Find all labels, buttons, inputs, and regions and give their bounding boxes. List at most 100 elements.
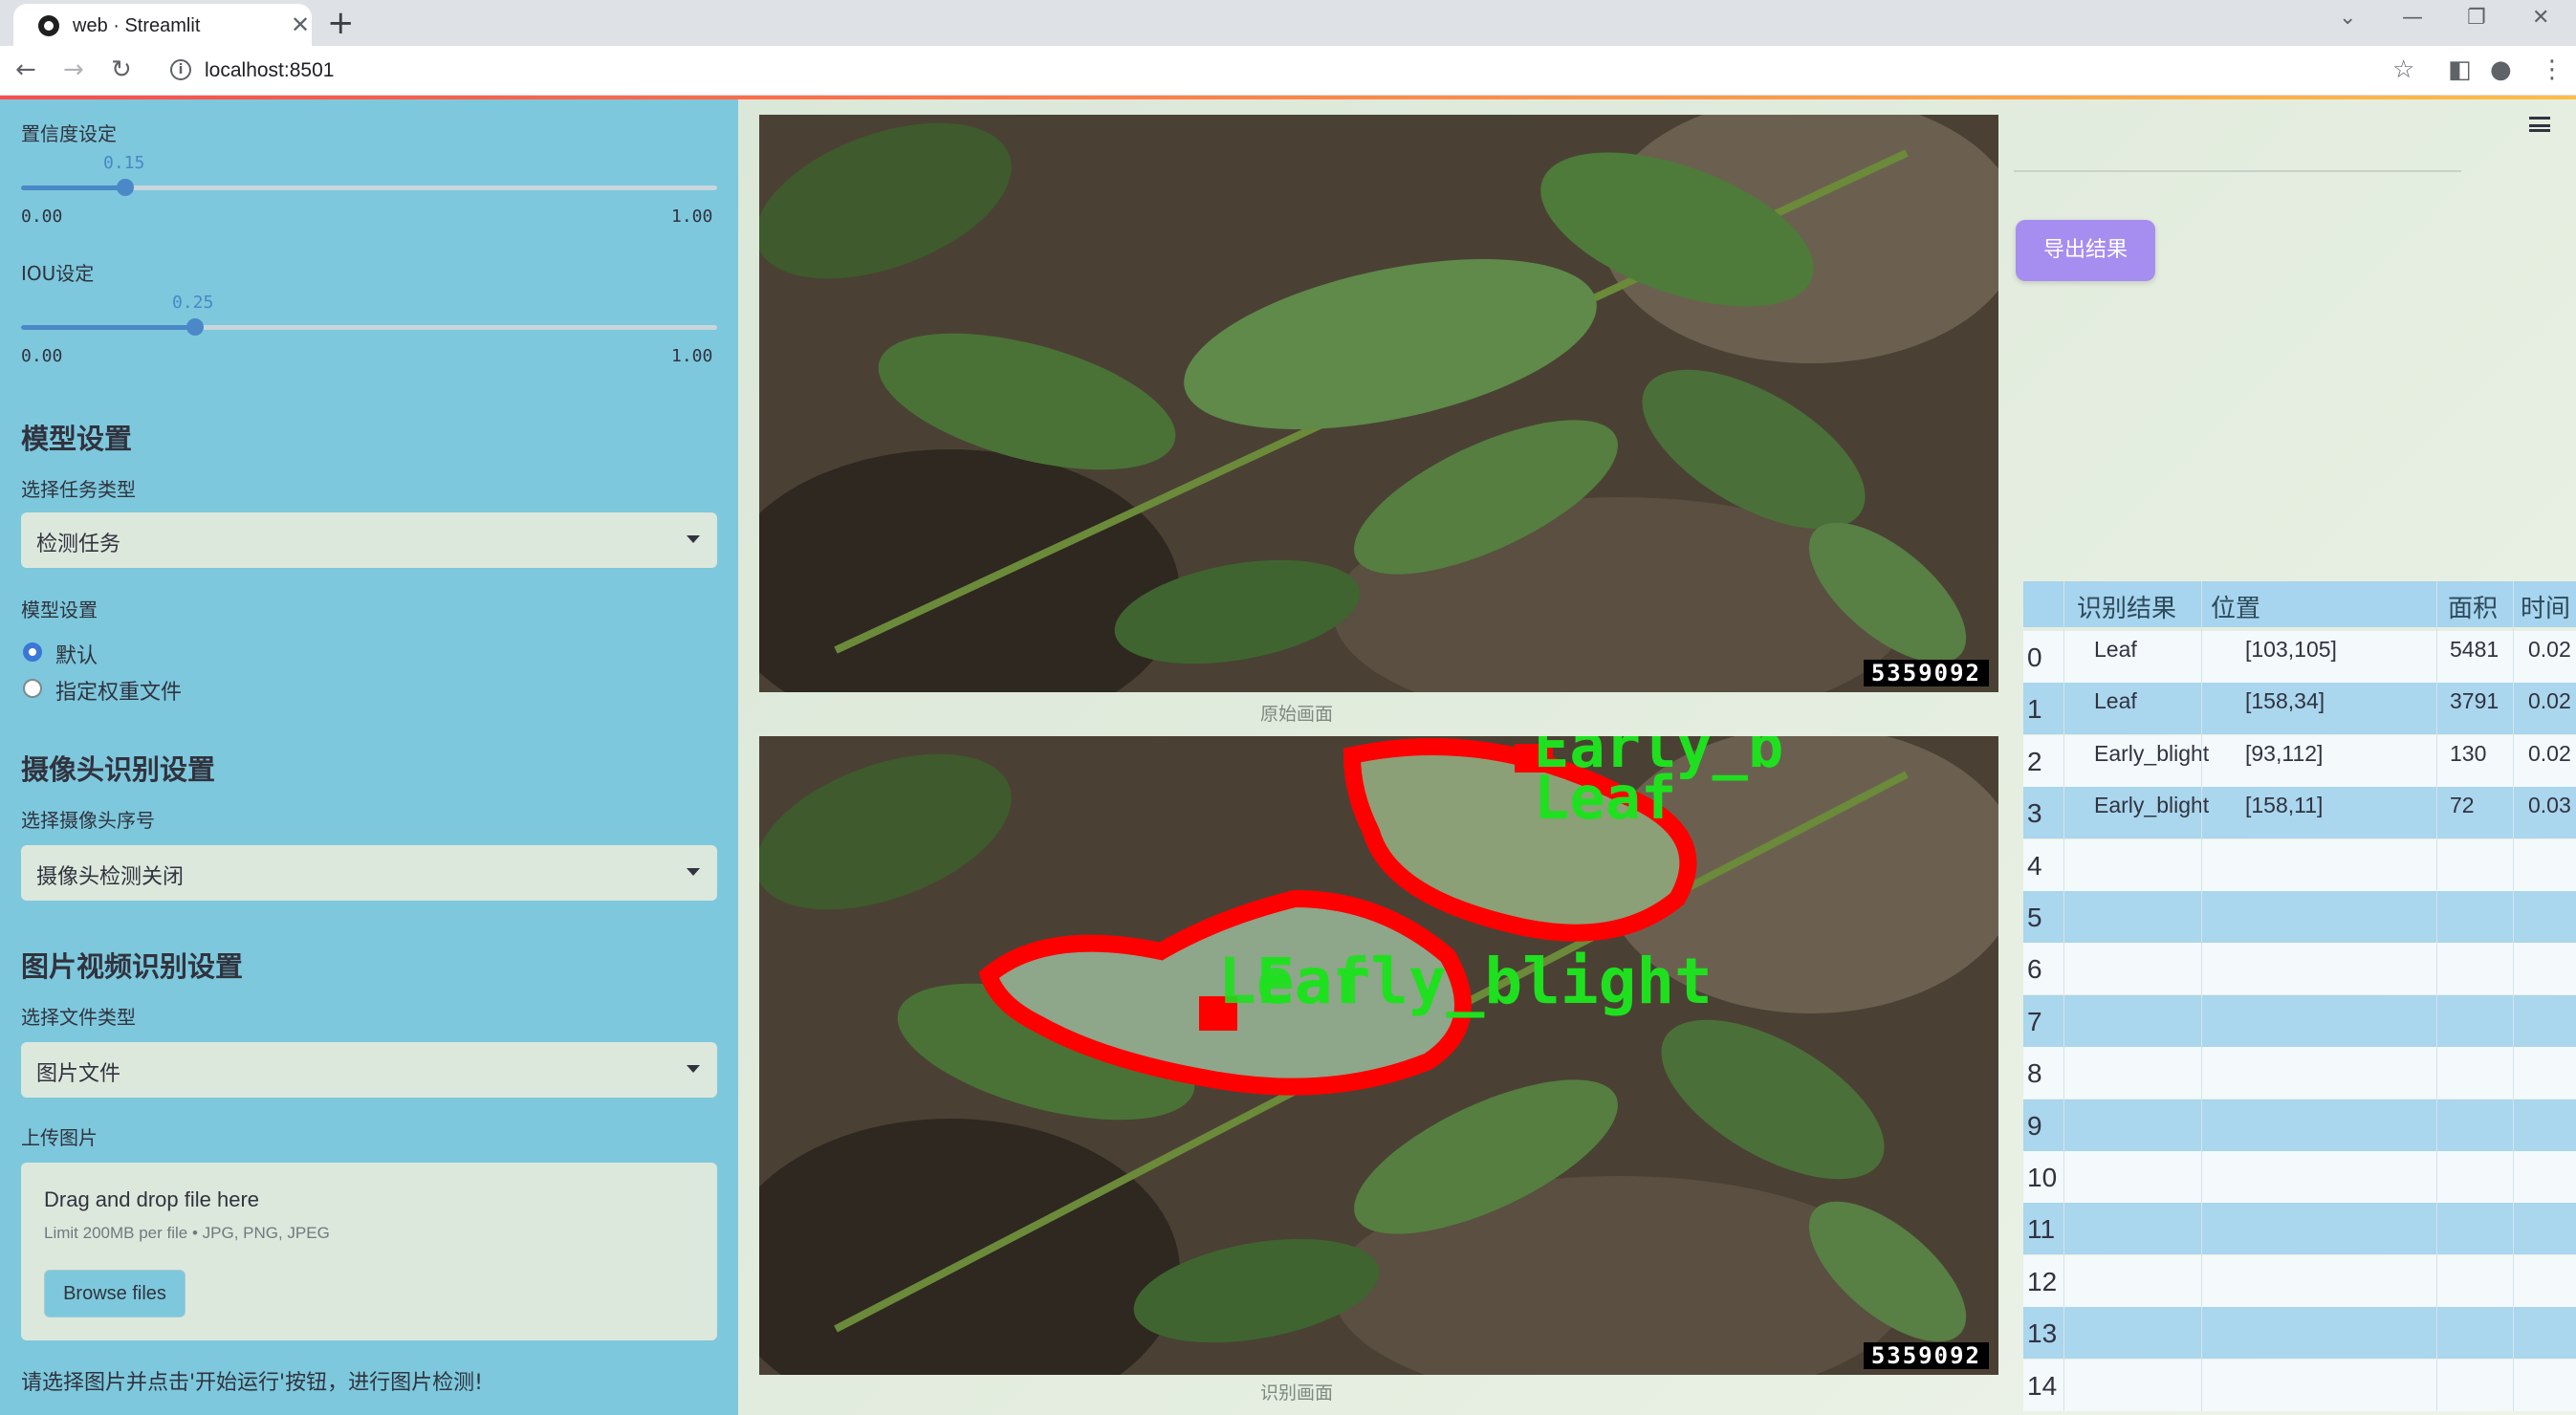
browse-files-button[interactable]: Browse files [44, 1270, 186, 1317]
original-image: 5359092 [759, 115, 1998, 692]
export-results-button[interactable]: 导出结果 [2016, 220, 2155, 281]
task-type-label: 选择任务类型 [21, 478, 136, 501]
chevron-down-icon [687, 868, 700, 876]
cell-result: Early_blight [2094, 740, 2210, 766]
file-type-label: 选择文件类型 [21, 1006, 136, 1029]
bookmark-star-icon[interactable]: ☆ [2392, 55, 2414, 84]
new-tab-icon[interactable]: + [327, 4, 355, 42]
restore-icon[interactable]: ❐ [2467, 6, 2486, 30]
streamlit-favicon-icon [38, 15, 59, 36]
table-row[interactable]: 7 [2023, 994, 2576, 1047]
row-index: 11 [2027, 1214, 2056, 1245]
detection-label: Leaf [1534, 763, 1677, 833]
row-index: 5 [2027, 903, 2042, 932]
instruction-text: 请选择图片并点击'开始运行'按钮，进行图片检测! [21, 1371, 483, 1395]
file-type-value: 图片文件 [36, 1062, 121, 1086]
upload-limit: Limit 200MB per file • JPG, PNG, JPEG [44, 1224, 330, 1242]
camera-select[interactable]: 摄像头检测关闭 [21, 845, 717, 901]
detection-label: Early_blight [1256, 945, 1713, 1018]
model-weights-label[interactable]: 指定权重文件 [55, 675, 182, 706]
task-type-value: 检测任务 [36, 533, 121, 556]
upload-title: Drag and drop file here [44, 1187, 260, 1211]
iou-slider[interactable] [21, 318, 717, 336]
cell-time: 0.03 [2528, 793, 2571, 818]
chevron-down-icon [687, 1065, 700, 1073]
cell-result: Leaf [2094, 637, 2137, 662]
cell-position: [158,34] [2245, 688, 2325, 714]
row-index: 9 [2027, 1110, 2042, 1141]
camera-settings-heading: 摄像头识别设置 [21, 753, 216, 786]
more-menu-icon[interactable]: ⋮ [2540, 55, 2565, 84]
cell-area: 5481 [2450, 637, 2500, 662]
cell-area: 72 [2450, 793, 2475, 818]
task-type-select[interactable]: 检测任务 [21, 512, 717, 568]
table-row[interactable]: 10 [2023, 1151, 2576, 1203]
watermark: 5359092 [1863, 1342, 1989, 1369]
table-row[interactable]: 5 [2023, 891, 2576, 943]
confidence-slider[interactable] [21, 179, 717, 196]
table-row[interactable]: 2 Early_blight [93,112] 130 0.02 [2023, 734, 2576, 787]
address-bar: ← → ↻ i localhost:8501 ☆ ◧ ● ⋮ [0, 46, 2576, 96]
row-index: 8 [2027, 1058, 2042, 1089]
row-index: 7 [2027, 1006, 2042, 1036]
table-row[interactable]: 12 [2023, 1254, 2576, 1307]
camera-value: 摄像头检测关闭 [36, 865, 185, 889]
iou-max: 1.00 [671, 346, 713, 366]
file-uploader-dropzone[interactable]: Drag and drop file here Limit 200MB per … [21, 1163, 717, 1340]
model-weights-radio[interactable] [23, 679, 42, 698]
iou-label: IOU设定 [21, 262, 95, 285]
site-info-icon[interactable]: i [170, 59, 191, 80]
column-header[interactable]: 时间 [2521, 589, 2570, 624]
cell-result: Leaf [2094, 688, 2137, 714]
column-header[interactable]: 位置 [2211, 589, 2260, 624]
table-row[interactable]: 9 [2023, 1099, 2576, 1151]
row-index: 0 [2027, 642, 2042, 672]
browser-tab[interactable]: web · Streamlit ✕ [13, 4, 312, 46]
table-row[interactable]: 3 Early_blight [158,11] 72 0.03 [2023, 787, 2576, 839]
forward-icon[interactable]: → [63, 55, 84, 84]
chevron-down-icon [687, 535, 700, 543]
confidence-max: 1.00 [671, 207, 713, 227]
tab-search-icon[interactable]: ⌄ [2339, 6, 2356, 30]
result-image: Early_b Leaf Leaf Early_blight 5359092 [759, 736, 1998, 1375]
upload-label: 上传图片 [21, 1126, 98, 1149]
close-tab-icon[interactable]: ✕ [291, 11, 310, 38]
minimize-icon[interactable]: — [2402, 6, 2423, 30]
column-header[interactable]: 面积 [2448, 589, 2498, 624]
side-panel-icon[interactable]: ◧ [2448, 55, 2472, 84]
model-settings-heading: 模型设置 [21, 423, 133, 455]
table-row[interactable]: 11 [2023, 1203, 2576, 1255]
iou-min: 0.00 [21, 346, 63, 366]
original-caption: 原始画面 [1260, 704, 1334, 725]
table-row[interactable]: 6 [2023, 943, 2576, 995]
table-row[interactable]: 4 [2023, 838, 2576, 891]
table-row[interactable]: 14 [2023, 1359, 2576, 1411]
row-index: 1 [2027, 694, 2042, 725]
column-divider [2513, 581, 2514, 1411]
table-row[interactable]: 8 [2023, 1047, 2576, 1099]
hamburger-menu-icon[interactable] [2529, 117, 2550, 132]
profile-avatar-icon[interactable]: ● [2490, 55, 2512, 84]
reload-icon[interactable]: ↻ [111, 55, 132, 84]
table-row[interactable]: 1 Leaf [158,34] 3791 0.02 [2023, 683, 2576, 735]
model-default-radio[interactable] [23, 642, 42, 662]
table-row[interactable]: 13 [2023, 1307, 2576, 1360]
row-index: 3 [2027, 798, 2042, 829]
confidence-label: 置信度设定 [21, 122, 117, 145]
url-input[interactable]: i localhost:8501 [157, 52, 2404, 90]
close-window-icon[interactable]: ✕ [2532, 6, 2549, 30]
file-type-select[interactable]: 图片文件 [21, 1042, 717, 1098]
model-default-label[interactable]: 默认 [55, 639, 98, 669]
cell-time: 0.02 [2528, 740, 2571, 766]
iou-slider-thumb[interactable] [186, 318, 204, 336]
cell-time: 0.02 [2528, 637, 2571, 662]
table-row[interactable]: 0 Leaf [103,105] 5481 0.02 [2023, 631, 2576, 683]
confidence-min: 0.00 [21, 207, 63, 227]
column-divider [2063, 581, 2064, 1411]
cell-position: [158,11] [2245, 793, 2324, 818]
confidence-slider-thumb[interactable] [117, 179, 135, 196]
column-divider [2201, 581, 2202, 1411]
column-header[interactable]: 识别结果 [2077, 589, 2176, 624]
back-icon[interactable]: ← [15, 55, 36, 84]
confidence-slider-fill [21, 185, 126, 190]
